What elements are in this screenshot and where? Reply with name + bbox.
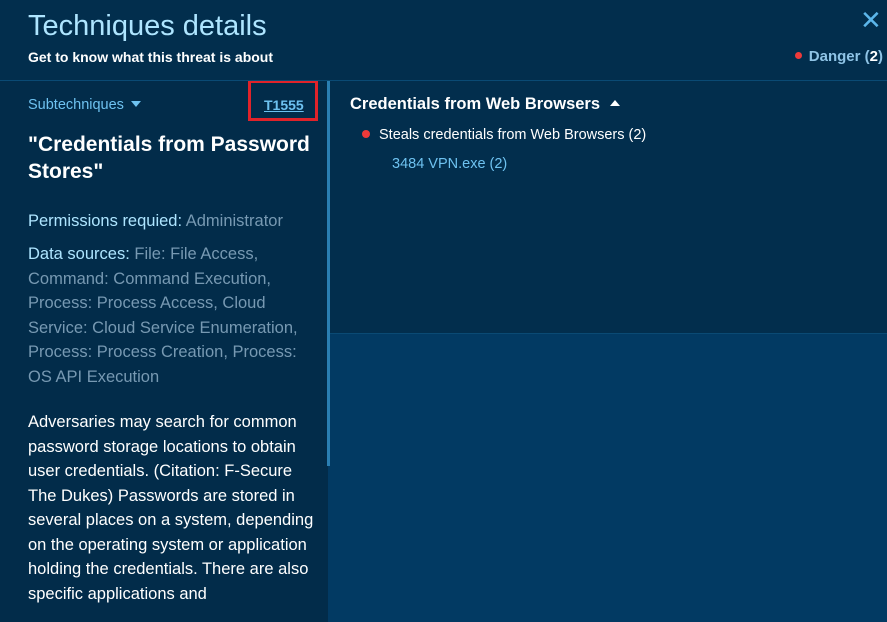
danger-dot-icon: [794, 52, 802, 59]
danger-count-close: ): [878, 48, 883, 65]
chevron-up-icon: [610, 100, 621, 106]
technique-info-panel: Subtechniques T1555 "Credentials from Pa…: [0, 81, 328, 622]
danger-indicator: Danger (2): [794, 48, 883, 65]
section-toggle[interactable]: Credentials from Web Browsers: [350, 95, 621, 114]
section-title: Credentials from Web Browsers: [350, 95, 601, 113]
modal-title: Techniques details: [28, 10, 267, 42]
behavior-label: Steals credentials from Web Browsers (2): [379, 127, 647, 143]
danger-count: 2: [869, 48, 878, 65]
modal-header: Techniques details Get to know what this…: [0, 0, 887, 81]
data-sources-value: File: File Access, Command: Command Exec…: [28, 245, 298, 386]
technique-name: "Credentials from Password Stores": [28, 133, 310, 183]
technique-id-link[interactable]: T1555: [264, 97, 304, 113]
subtechniques-label: Subtechniques: [28, 97, 124, 113]
data-sources-label: Data sources:: [28, 245, 130, 263]
permissions-value: Administrator: [182, 212, 283, 230]
modal-subtitle: Get to know what this threat is about: [28, 49, 274, 65]
permissions-label: Permissions requied:: [28, 212, 183, 230]
behavior-item: Steals credentials from Web Browsers (2): [362, 127, 646, 143]
data-sources: Data sources: File: File Access, Command…: [28, 242, 318, 389]
danger-dot-icon: [362, 130, 370, 138]
process-link[interactable]: 3484 VPN.exe (2): [392, 156, 507, 172]
subtechniques-dropdown[interactable]: Subtechniques: [28, 97, 141, 113]
close-icon[interactable]: ✕: [860, 7, 882, 33]
technique-description: Adversaries may search for common passwo…: [28, 413, 314, 603]
chevron-down-icon: [130, 101, 141, 107]
behaviors-panel: Credentials from Web Browsers Steals cre…: [330, 81, 887, 334]
danger-count-open: (: [860, 48, 870, 65]
permissions-required: Permissions requied: Administrator: [28, 209, 318, 233]
danger-label: Danger: [808, 48, 861, 65]
